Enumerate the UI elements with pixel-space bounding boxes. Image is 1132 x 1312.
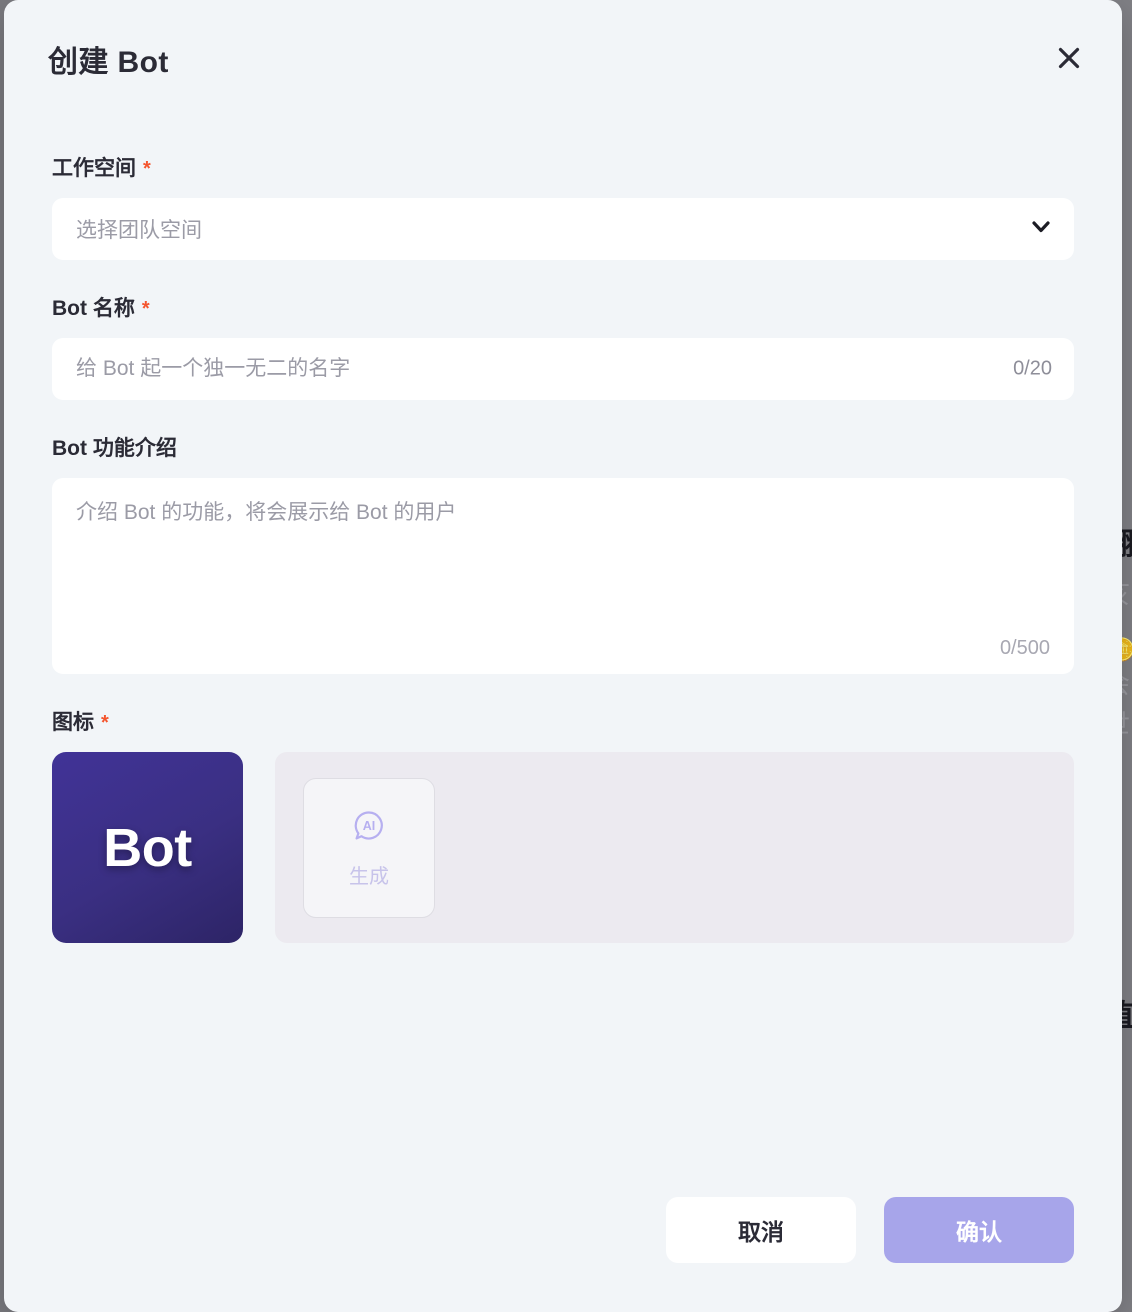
bot-description-counter: 0/500 [999,637,1050,659]
bot-name-label-text: Bot 名称 [52,297,135,320]
icon-row: Bot AI 生成 [52,752,1074,943]
workspace-field: 工作空间 * 选择团队空间 [52,152,1074,260]
close-button[interactable] [1046,36,1092,82]
workspace-select-placeholder: 选择团队空间 [76,219,202,242]
page-title: 创建 Bot [48,46,169,79]
bot-avatar[interactable]: Bot [52,752,243,943]
icon-label: 图标 * [52,706,1074,736]
generate-icon-button[interactable]: AI 生成 [303,777,435,918]
close-icon [1056,45,1082,74]
workspace-select[interactable]: 选择团队空间 [52,198,1074,260]
bot-description-field: Bot 功能介绍 0/500 [52,432,1074,674]
generate-label: 生成 [349,865,389,888]
workspace-label-text: 工作空间 [52,157,136,180]
dialog-body: 工作空间 * 选择团队空间 Bot 名称 * 0/20 [4,118,1122,943]
icon-options-panel: AI 生成 [275,752,1074,943]
svg-text:AI: AI [363,819,376,833]
chevron-down-icon [1028,214,1054,245]
bot-name-input-wrapper: 0/20 [52,338,1074,400]
confirm-button[interactable]: 确认 [884,1197,1074,1263]
bot-description-label: Bot 功能介绍 [52,432,1074,462]
bot-description-textarea[interactable] [76,498,1050,628]
bot-description-textarea-wrapper: 0/500 [52,478,1074,674]
required-asterisk: * [141,298,150,320]
icon-field: 图标 * Bot AI 生成 [52,706,1074,943]
dialog-footer: 取消 确认 [4,1166,1122,1312]
bot-name-counter: 0/20 [1013,357,1052,380]
cancel-button[interactable]: 取消 [666,1197,856,1263]
bot-description-label-text: Bot 功能介绍 [52,437,177,460]
ai-bubble-icon: AI [350,807,388,850]
bot-name-label: Bot 名称 * [52,292,1074,322]
bot-name-field: Bot 名称 * 0/20 [52,292,1074,400]
required-asterisk: * [101,712,109,734]
dialog-header: 创建 Bot [4,0,1122,118]
bot-avatar-label: Bot [103,817,192,878]
bot-name-input[interactable] [76,357,984,381]
create-bot-dialog: 创建 Bot 工作空间 * 选择团队空间 Bot 名称 * 给 Bot 起一个独… [4,0,1122,1312]
icon-label-text: 图标 [52,711,94,734]
workspace-label: 工作空间 * [52,152,1074,182]
required-asterisk: * [143,158,151,180]
